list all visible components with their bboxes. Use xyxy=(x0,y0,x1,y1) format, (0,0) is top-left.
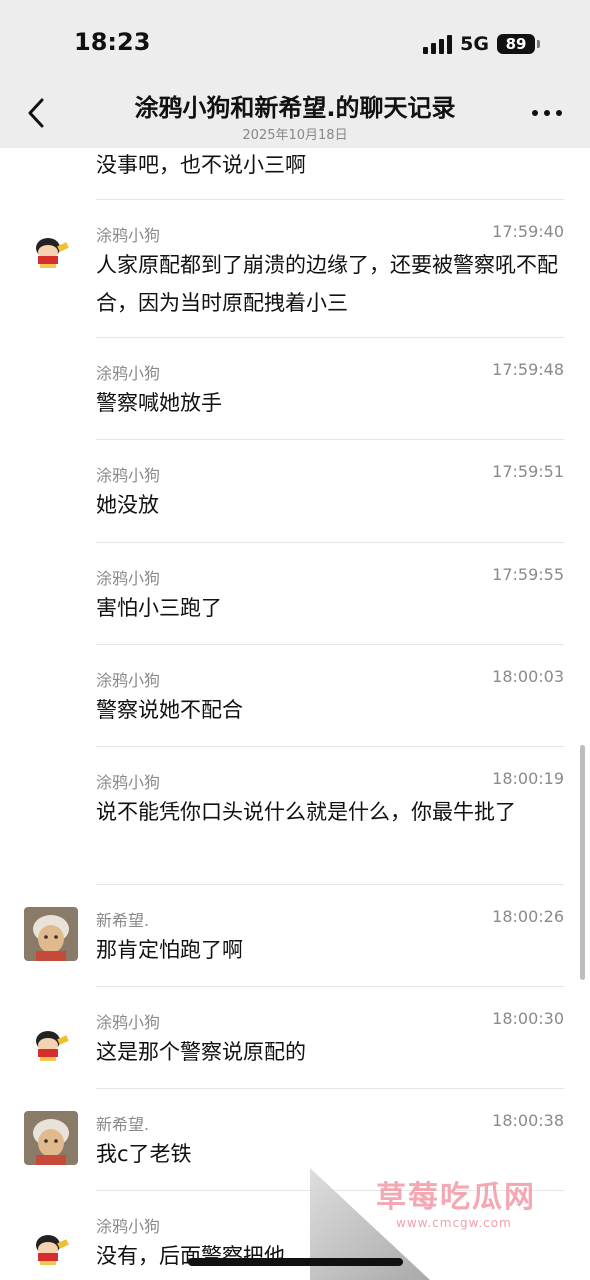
avatar[interactable] xyxy=(24,1219,78,1273)
message-time: 18:00:03 xyxy=(492,667,564,686)
message-text: 这是那个警察说原配的 xyxy=(96,1040,306,1064)
status-indicators: 5G 89 xyxy=(423,32,540,56)
battery-icon: 89 xyxy=(497,34,535,54)
message-time: 18:00:38 xyxy=(492,1111,564,1130)
message-time: 17:59:55 xyxy=(492,565,564,584)
message-time: 18:00:19 xyxy=(492,769,564,788)
back-button[interactable] xyxy=(18,92,58,134)
message-text: 人家原配都到了崩溃的边缘了，还要被警察吼不配合，因为当时原配拽着小三 xyxy=(96,253,558,315)
signal-icon xyxy=(423,34,453,54)
message-text: 没事吧，也不说小三啊 xyxy=(96,153,306,177)
sender-name: 涂鸦小狗 xyxy=(96,364,161,383)
message-text: 她没放 xyxy=(96,493,159,517)
message-time: 18:00:30 xyxy=(492,1009,564,1028)
sender-name: 涂鸦小狗 xyxy=(96,466,161,485)
more-button[interactable] xyxy=(532,110,562,116)
message-time: 17:59:40 xyxy=(492,222,564,241)
watermark-title: 草莓吃瓜网 xyxy=(376,1180,536,1215)
message-time: 17:59:48 xyxy=(492,360,564,379)
message-text: 害怕小三跑了 xyxy=(96,596,222,620)
message-item: 涂鸦小狗 18:00:03 警察说她不配合 xyxy=(0,645,590,747)
chat-title-block: 涂鸦小狗和新希望.的聊天记录 2025年10月18日 xyxy=(90,88,500,143)
sender-name: 新希望. xyxy=(96,1115,150,1134)
watermark-url: www.cmcgw.com xyxy=(396,1216,512,1230)
sender-name: 新希望. xyxy=(96,911,150,930)
top-bar: 18:23 5G 89 涂鸦小狗和新希望.的聊天记录 2025年10月18日 xyxy=(0,0,590,148)
scrollbar[interactable] xyxy=(580,745,585,980)
battery-tip xyxy=(537,40,540,48)
avatar[interactable] xyxy=(24,1111,78,1165)
message-item: 没事吧，也不说小三啊 xyxy=(0,148,590,200)
sender-name: 涂鸦小狗 xyxy=(96,226,161,245)
message-item: 涂鸦小狗 17:59:51 她没放 xyxy=(0,440,590,543)
avatar[interactable] xyxy=(24,907,78,961)
message-item: 涂鸦小狗 17:59:48 警察喊她放手 xyxy=(0,338,590,440)
status-time: 18:23 xyxy=(74,28,151,56)
sender-name: 涂鸦小狗 xyxy=(96,671,161,690)
chat-date: 2025年10月18日 xyxy=(242,128,348,143)
sender-name: 涂鸦小狗 xyxy=(96,1013,161,1032)
sender-name: 涂鸦小狗 xyxy=(96,773,161,792)
cartoon-boy-avatar-icon xyxy=(24,222,78,276)
message-time: 17:59:51 xyxy=(492,462,564,481)
message-item: 涂鸦小狗 17:59:55 害怕小三跑了 xyxy=(0,543,590,645)
old-lady-avatar-icon xyxy=(24,907,78,961)
cartoon-boy-avatar-icon xyxy=(24,1015,78,1069)
old-lady-avatar-icon xyxy=(24,1111,78,1165)
message-item: 涂鸦小狗 18:00:30 这是那个警察说原配的 xyxy=(0,987,590,1089)
network-type: 5G xyxy=(460,33,489,55)
cartoon-boy-avatar-icon xyxy=(24,1219,78,1273)
message-list[interactable]: 没事吧，也不说小三啊 涂鸦小狗 17:59:40 人家原配都到了崩溃的边缘了，还… xyxy=(0,148,590,1280)
message-text: 警察说她不配合 xyxy=(96,698,243,722)
avatar[interactable] xyxy=(24,222,78,276)
sender-name: 涂鸦小狗 xyxy=(96,569,161,588)
message-text: 警察喊她放手 xyxy=(96,391,222,415)
message-time: 18:00:26 xyxy=(492,907,564,926)
message-text: 说不能凭你口头说什么就是什么，你最牛批了 xyxy=(96,800,516,824)
page-title: 涂鸦小狗和新希望.的聊天记录 xyxy=(134,94,456,122)
message-item: 新希望. 18:00:26 那肯定怕跑了啊 xyxy=(0,885,590,987)
chevron-left-icon xyxy=(28,98,44,128)
more-dots-icon xyxy=(532,110,538,116)
home-indicator[interactable] xyxy=(188,1258,403,1266)
message-item: 涂鸦小狗 18:00:19 说不能凭你口头说什么就是什么，你最牛批了 xyxy=(0,747,590,885)
message-item: 涂鸦小狗 17:59:40 人家原配都到了崩溃的边缘了，还要被警察吼不配合，因为… xyxy=(0,200,590,338)
message-text: 那肯定怕跑了啊 xyxy=(96,938,243,962)
avatar[interactable] xyxy=(24,1015,78,1069)
sender-name: 涂鸦小狗 xyxy=(96,1217,161,1236)
